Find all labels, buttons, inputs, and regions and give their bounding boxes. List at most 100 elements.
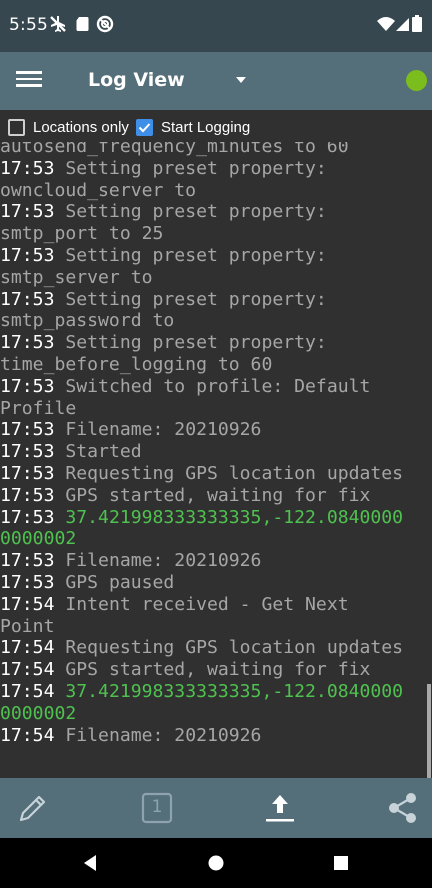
back-icon[interactable] — [81, 852, 103, 874]
log-line: 17:54 37.421998333333335,-122.0840000 — [0, 681, 432, 703]
sd-card-icon — [73, 14, 95, 36]
log-message: Filename: 20210926 — [65, 550, 262, 572]
log-line: 17:53 Requesting GPS location updates — [0, 463, 432, 485]
log-timestamp: 17:53 — [0, 506, 55, 528]
log-message: GPS started, waiting for fix — [65, 659, 371, 681]
home-icon[interactable] — [205, 852, 227, 874]
log-line: 17:53 Setting preset property: — [0, 158, 432, 180]
log-coordinates: 37.421998333333335,-122.0840000 — [65, 506, 404, 528]
log-lines: autosend_frequency_minutes to 60 17:53 Se… — [0, 142, 432, 746]
log-message: smtp_server to — [0, 266, 153, 288]
log-line: smtp_password to — [0, 310, 432, 332]
log-line: smtp_port to 25 — [0, 223, 432, 245]
log-timestamp: 17:53 — [0, 375, 55, 397]
log-line: 17:54 GPS started, waiting for fix — [0, 659, 432, 681]
log-line: owncloud_server to — [0, 180, 432, 202]
app-toolbar: Log View — [0, 52, 432, 110]
checkbox-unchecked-icon — [8, 118, 25, 136]
log-line: 17:53 Setting preset property: — [0, 245, 432, 267]
log-output[interactable]: autosend_frequency_minutes to 60 17:53 Se… — [0, 142, 432, 778]
status-bar: 5:55 — [0, 0, 432, 52]
log-timestamp: 17:54 — [0, 593, 55, 615]
log-message: Filename: 20210926 — [65, 419, 262, 441]
view-selector-dropdown[interactable]: Log View — [88, 52, 268, 110]
log-line: 17:54 Intent received - Get Next — [0, 594, 432, 616]
log-line: 0000002 — [0, 703, 432, 725]
checkbox-checked-icon — [136, 118, 153, 136]
log-message: Setting preset property: — [65, 244, 327, 266]
dropdown-arrow-icon — [236, 77, 246, 83]
log-message: Started — [65, 441, 142, 463]
share-icon[interactable] — [386, 790, 422, 826]
log-line: autosend_frequency_minutes to 60 — [0, 142, 432, 158]
log-line: 17:54 Filename: 20210926 — [0, 725, 432, 747]
log-coordinates: 37.421998333333335,-122.0840000 — [65, 680, 404, 702]
start-logging-checkbox[interactable]: Start Logging — [136, 116, 250, 138]
log-timestamp: 17:53 — [0, 332, 55, 354]
log-filter-controls: Locations only Start Logging — [0, 110, 432, 144]
bottom-action-bar: 1 — [0, 778, 432, 838]
log-message: Point — [0, 615, 55, 637]
airplane-off-icon — [48, 14, 70, 36]
log-message: owncloud_server to — [0, 179, 197, 201]
log-line: 0000002 — [0, 528, 432, 550]
battery-icon — [411, 14, 425, 36]
log-scrollbar[interactable] — [427, 684, 431, 778]
log-message: GPS started, waiting for fix — [65, 484, 371, 506]
log-line: 17:53 Setting preset property: — [0, 332, 432, 354]
log-message: Filename: 20210926 — [65, 724, 262, 746]
log-timestamp: 17:53 — [0, 419, 55, 441]
log-message: smtp_password to — [0, 310, 175, 332]
sync-blocked-icon — [95, 14, 117, 36]
recents-icon[interactable] — [330, 852, 352, 874]
locations-only-label: Locations only — [33, 118, 129, 136]
log-message: GPS paused — [65, 571, 175, 593]
log-message: autosend_frequency_minutes to 60 — [0, 142, 349, 157]
log-line: 17:53 Started — [0, 441, 432, 463]
log-message: Profile — [0, 397, 77, 419]
log-line: Point — [0, 616, 432, 638]
upload-icon[interactable] — [262, 790, 298, 826]
log-line: smtp_server to — [0, 267, 432, 289]
log-message: Intent received - Get Next — [65, 593, 349, 615]
log-timestamp: 17:54 — [0, 637, 55, 659]
log-message: Setting preset property: — [65, 288, 327, 310]
log-coordinates: 0000002 — [0, 528, 77, 550]
log-line: 17:53 GPS paused — [0, 572, 432, 594]
log-message: Switched to profile: Default — [65, 375, 371, 397]
log-message: Setting preset property: — [65, 332, 327, 354]
start-logging-label: Start Logging — [161, 118, 251, 136]
log-message: Requesting GPS location updates — [65, 462, 404, 484]
pencil-icon[interactable] — [15, 790, 51, 826]
log-timestamp: 17:54 — [0, 680, 55, 702]
log-line: 17:53 GPS started, waiting for fix — [0, 485, 432, 507]
page-number-icon[interactable]: 1 — [139, 790, 175, 826]
log-timestamp: 17:53 — [0, 550, 55, 572]
log-timestamp: 17:53 — [0, 462, 55, 484]
system-nav-bar — [0, 838, 432, 888]
page-number-label: 1 — [151, 797, 163, 817]
log-timestamp: 17:54 — [0, 659, 55, 681]
log-line: 17:54 Requesting GPS location updates — [0, 637, 432, 659]
log-line: Profile — [0, 398, 432, 420]
log-timestamp: 17:53 — [0, 201, 55, 223]
log-line: 17:53 Filename: 20210926 — [0, 419, 432, 441]
logging-status-dot-icon — [406, 70, 427, 91]
log-timestamp: 17:54 — [0, 724, 55, 746]
log-line: 17:53 Filename: 20210926 — [0, 550, 432, 572]
locations-only-checkbox[interactable]: Locations only — [8, 116, 129, 138]
log-message: time_before_logging to 60 — [0, 353, 273, 375]
log-timestamp: 17:53 — [0, 484, 55, 506]
log-timestamp: 17:53 — [0, 288, 55, 310]
log-timestamp: 17:53 — [0, 571, 55, 593]
log-timestamp: 17:53 — [0, 157, 55, 179]
log-line: 17:53 Setting preset property: — [0, 289, 432, 311]
log-coordinates: 0000002 — [0, 702, 77, 724]
log-message: smtp_port to 25 — [0, 223, 164, 245]
hamburger-menu-icon[interactable] — [14, 67, 44, 95]
log-message: Requesting GPS location updates — [65, 637, 404, 659]
status-time: 5:55 — [9, 15, 48, 35]
log-line: time_before_logging to 60 — [0, 354, 432, 376]
log-line: 17:53 Switched to profile: Default — [0, 376, 432, 398]
log-timestamp: 17:53 — [0, 441, 55, 463]
